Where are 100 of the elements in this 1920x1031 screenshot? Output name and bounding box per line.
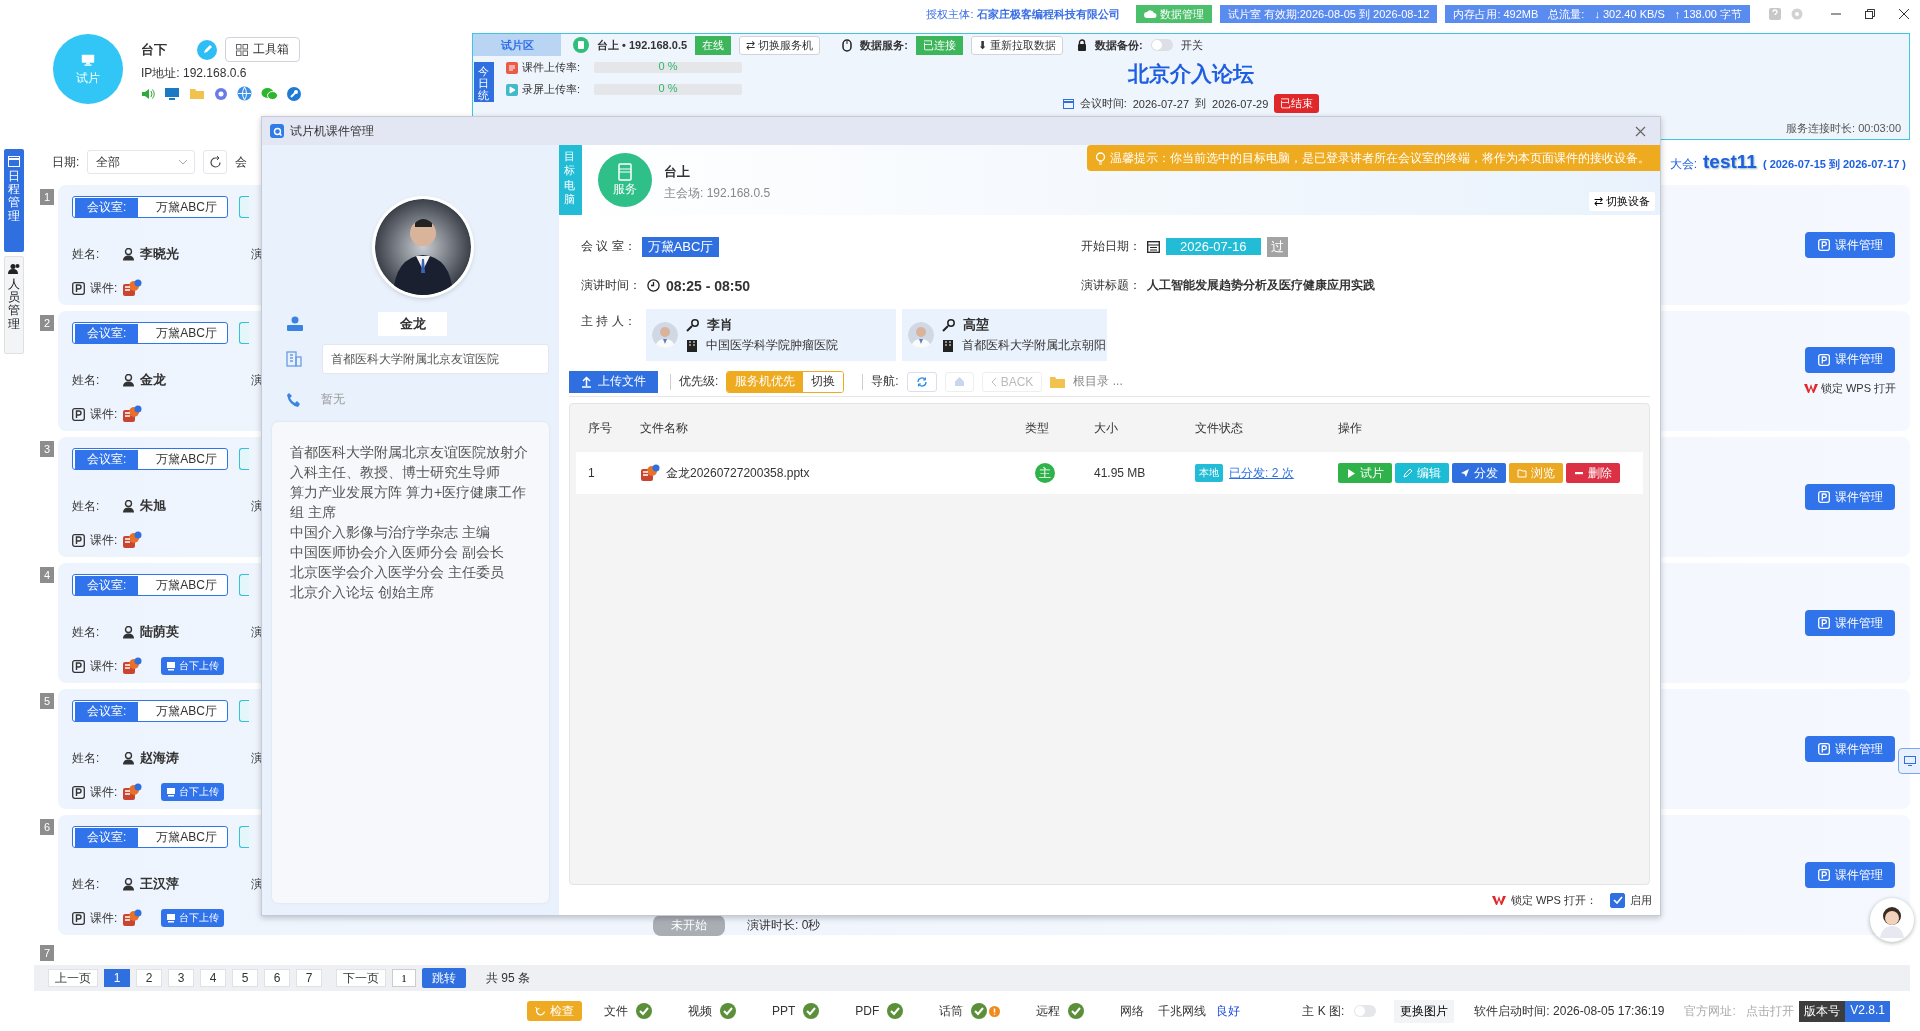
sidebar-tab[interactable]: 人员管理 <box>4 256 24 354</box>
page-button[interactable]: 3 <box>168 969 194 987</box>
courseware-button[interactable]: 课件管理 <box>1805 232 1895 258</box>
name-label: 姓名: <box>72 497 100 515</box>
pptx-icon[interactable] <box>122 405 143 423</box>
p-icon <box>1817 869 1830 881</box>
action-button[interactable]: 删除 <box>1566 463 1620 483</box>
check-label: 远程 <box>1036 1002 1061 1020</box>
refresh-button[interactable] <box>906 371 937 392</box>
course-label: 课件: <box>90 405 118 423</box>
room-button[interactable] <box>239 196 249 218</box>
room-button[interactable] <box>239 574 249 596</box>
room-button[interactable] <box>239 448 249 470</box>
maximize-icon[interactable] <box>1864 8 1876 20</box>
p-icon <box>72 533 85 547</box>
courseware-button[interactable]: 课件管理 <box>1805 862 1895 888</box>
p-icon <box>72 407 85 421</box>
side-panel-button[interactable] <box>1898 748 1920 774</box>
bio-line: 首都医科大学附属北京友谊医院放射介入科主任、教授、博士研究生导师 <box>290 443 529 482</box>
distribution-link[interactable]: 已分发: 2 次 <box>1229 464 1294 482</box>
date-dropdown[interactable]: 全部 <box>87 150 196 174</box>
priority-label: 优先级: <box>679 373 719 390</box>
server-icon <box>617 162 633 181</box>
toggle-switch[interactable] <box>1150 39 1173 51</box>
toolbox-button[interactable]: 工具箱 <box>225 37 300 62</box>
pptx-icon[interactable] <box>122 657 143 675</box>
host-name: 李肖 <box>706 316 733 334</box>
toggle-label: 开关 <box>1180 37 1203 53</box>
page-button[interactable]: 2 <box>136 969 162 987</box>
edit-icon[interactable] <box>197 39 217 60</box>
past-tag: 过 <box>1266 236 1288 257</box>
courseware-button[interactable]: 课件管理 <box>1805 346 1895 373</box>
talk-topic: 人工智能发展趋势分析及医疗健康应用实践 <box>1147 277 1375 294</box>
play-icon <box>1346 468 1356 478</box>
page-button[interactable]: 5 <box>232 969 258 987</box>
pptx-icon[interactable] <box>122 279 143 297</box>
upload-tag: 台下上传 <box>161 783 225 801</box>
checkbox[interactable] <box>1610 892 1625 908</box>
pptx-icon[interactable] <box>122 531 143 549</box>
refetch-button[interactable]: ⬇ 重新拉取数据 <box>970 35 1063 55</box>
action-button[interactable]: 试片 <box>1338 463 1392 483</box>
room-button[interactable] <box>239 826 249 848</box>
globe-icon[interactable] <box>237 86 252 101</box>
monitor-icon <box>166 787 177 797</box>
action-button[interactable]: 分发 <box>1452 463 1506 483</box>
refresh-icon <box>208 155 222 169</box>
speaker-icon[interactable] <box>141 87 155 100</box>
chat-icon[interactable] <box>261 86 278 101</box>
table-cell-text: 41.95 MB <box>1094 466 1147 480</box>
monitor-icon[interactable] <box>164 86 180 101</box>
column-header: 序号 <box>588 419 613 437</box>
assistant-avatar[interactable] <box>1870 898 1914 942</box>
refresh-button[interactable] <box>203 150 228 174</box>
course-label: 课件: <box>90 909 118 927</box>
host-name: 高堃 <box>962 316 989 334</box>
refresh-icon <box>915 375 928 388</box>
pptx-icon[interactable] <box>122 909 143 927</box>
upload-button[interactable]: 上传文件 <box>569 370 658 393</box>
page-button[interactable]: 4 <box>200 969 226 987</box>
page-input[interactable]: 1 <box>392 969 416 987</box>
room-button[interactable] <box>239 700 249 722</box>
toggle-switch[interactable] <box>1354 1005 1377 1017</box>
sidebar-tab[interactable]: 日程管理 <box>4 149 24 252</box>
wrench-icon[interactable] <box>287 86 301 101</box>
next-page-button[interactable]: 下一页 <box>336 969 386 987</box>
page-button[interactable]: 6 <box>264 969 290 987</box>
site-label: 官方网址: <box>1684 1002 1736 1020</box>
page-button[interactable]: 1 <box>104 969 130 987</box>
courseware-button[interactable]: 课件管理 <box>1805 484 1895 510</box>
room-button[interactable] <box>239 322 249 344</box>
target-address: 主会场: 192.168.0.5 <box>664 185 771 202</box>
lock-icon <box>1076 39 1087 51</box>
home-icon <box>953 376 965 387</box>
ip-address: IP地址: 192.168.0.6 <box>141 65 248 82</box>
folder-icon[interactable] <box>189 87 205 100</box>
pptx-icon[interactable] <box>122 783 143 801</box>
site-link[interactable]: 点击打开 <box>1745 1002 1794 1020</box>
traffic-label: 总流量: <box>1548 6 1585 22</box>
target-name: 台上 <box>664 163 691 181</box>
switch-server-button[interactable]: ⇄ 切换服务机 <box>739 35 821 55</box>
statistics-tab[interactable]: 今日统 <box>474 62 494 102</box>
switch-device-button[interactable]: ⇄ 切换设备 <box>1588 192 1655 211</box>
jump-button[interactable]: 跳转 <box>422 968 466 988</box>
congress-dates: ( 2026-07-15 到 2026-07-17 ) <box>1762 157 1906 172</box>
room-tag: 会议室: 万黛ABC厅 <box>72 322 228 344</box>
close-icon[interactable] <box>1898 8 1910 20</box>
tip-banner: 温馨提示：你当前选中的目标电脑，是已登录讲者所在会议室的终端，将作为本页面课件的接收设备。 <box>1087 145 1660 171</box>
row-number: 4 <box>40 567 54 583</box>
courseware-button[interactable]: 课件管理 <box>1805 736 1895 762</box>
trial-area-tab[interactable]: 试片区 <box>473 34 561 56</box>
person-icon <box>122 499 136 513</box>
bulb-icon <box>1095 151 1106 165</box>
backup-label: 数据备份: <box>1094 37 1143 53</box>
page-button[interactable]: 7 <box>296 969 322 987</box>
previous-page-button[interactable]: 上一页 <box>48 969 98 987</box>
hospital-field[interactable]: 首都医科大学附属北京友谊医院 <box>322 344 549 374</box>
station-name: 台下 <box>141 40 167 59</box>
courseware-button[interactable]: 课件管理 <box>1805 610 1895 636</box>
wps-icon <box>1803 382 1818 394</box>
change-image-button[interactable]: 更换图片 <box>1394 999 1455 1023</box>
